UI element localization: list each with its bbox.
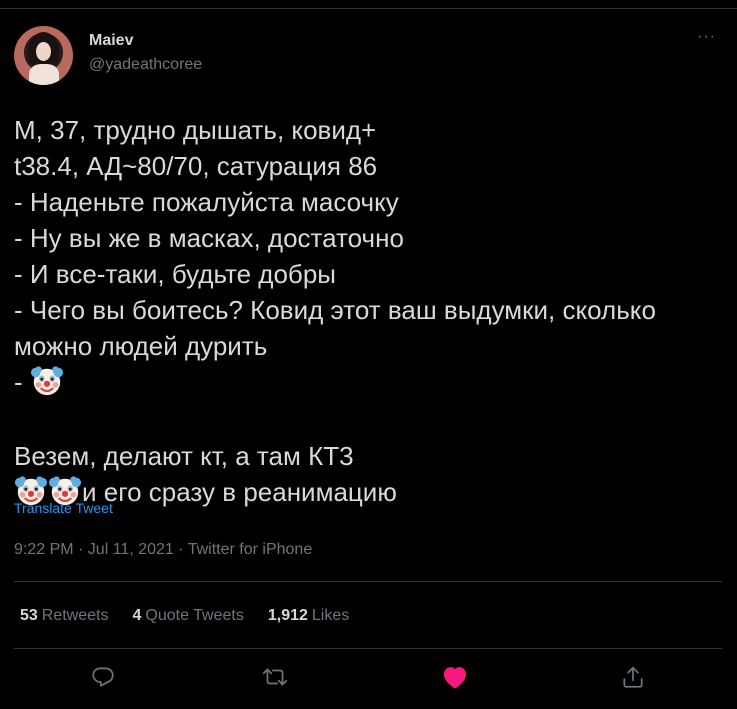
tweet-card: Maiev @yadeathcoree ··· М, 37, трудно ды… xyxy=(0,0,737,709)
tweet-text: М, 37, трудно дышать, ковид+ t38.4, АД~8… xyxy=(14,112,729,510)
action-bar xyxy=(0,662,737,698)
tweet-line-clown: - xyxy=(14,364,729,400)
quote-tweets-stat[interactable]: 4 Quote Tweets xyxy=(133,607,244,625)
author-handle[interactable]: @yadeathcoree xyxy=(89,56,202,74)
share-icon xyxy=(623,666,643,688)
divider xyxy=(14,581,722,582)
reply-icon xyxy=(92,667,114,687)
retweets-label: Retweets xyxy=(41,607,109,624)
clown-face-emoji-icon xyxy=(30,364,64,398)
retweet-button[interactable] xyxy=(260,662,290,692)
divider xyxy=(14,648,722,649)
tweet-line: - Наденьте пожалуйста масочку xyxy=(14,187,399,217)
tweet-line: t38.4, АД~80/70, сатурация 86 xyxy=(14,151,378,181)
reply-button[interactable] xyxy=(88,662,118,692)
share-button[interactable] xyxy=(618,662,648,692)
engagement-stats: 53 Retweets 4 Quote Tweets 1,912 Likes xyxy=(20,607,349,625)
tweet-timestamp-source[interactable]: 9:22 PM · Jul 11, 2021 · Twitter for iPh… xyxy=(14,541,312,559)
tweet-line-text: - xyxy=(14,367,23,397)
tweet-line: - Чего вы боитесь? Ковид этот ваш выдумк… xyxy=(14,295,656,325)
retweet-icon xyxy=(262,668,288,686)
tweet-line: Везем, делают кт, а там КТ3 xyxy=(14,441,354,471)
translate-tweet-link[interactable]: Translate Tweet xyxy=(14,500,113,516)
likes-label: Likes xyxy=(311,607,350,624)
like-button[interactable] xyxy=(440,662,470,692)
likes-count: 1,912 xyxy=(267,607,308,624)
avatar-face xyxy=(36,42,51,61)
likes-stat[interactable]: 1,912 Likes xyxy=(268,607,349,625)
tweet-line: М, 37, трудно дышать, ковид+ xyxy=(14,115,377,145)
tweet-line-clowns: и его сразу в реанимацию xyxy=(14,474,729,510)
author-name[interactable]: Maiev xyxy=(89,32,133,50)
tweet-line: можно людей дурить xyxy=(14,331,268,361)
quotes-count: 4 xyxy=(132,607,142,624)
quotes-label: Quote Tweets xyxy=(145,607,244,624)
tweet-line-text: и его сразу в реанимацию xyxy=(82,477,397,507)
heart-icon xyxy=(443,667,467,689)
avatar-body xyxy=(29,64,59,85)
tweet-line: - И все-таки, будьте добры xyxy=(14,259,336,289)
retweets-stat[interactable]: 53 Retweets xyxy=(20,607,109,625)
more-options-icon[interactable]: ··· xyxy=(697,28,716,46)
retweets-count: 53 xyxy=(20,607,38,624)
tweet-line: - Ну вы же в масках, достаточно xyxy=(14,223,404,253)
avatar[interactable] xyxy=(14,26,73,85)
top-divider xyxy=(0,8,737,9)
